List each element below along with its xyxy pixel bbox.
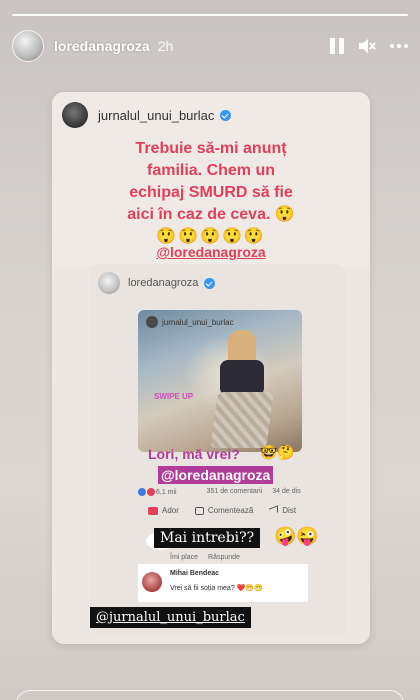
- comment-like-link[interactable]: Îmi place: [170, 554, 198, 561]
- repost-username[interactable]: loredanagroza: [128, 277, 198, 289]
- shares-count[interactable]: 34 de dis: [272, 488, 300, 496]
- verified-badge-icon: [220, 109, 232, 121]
- header-controls: [330, 38, 408, 54]
- story-time: 2h: [157, 38, 174, 54]
- story-username[interactable]: loredanagroza: [54, 38, 150, 54]
- more-options-icon[interactable]: [390, 44, 408, 48]
- caption-mention[interactable]: @loredanagroza: [158, 466, 274, 484]
- like-icon: [148, 506, 158, 515]
- reply-bar[interactable]: [16, 690, 404, 700]
- avatar[interactable]: [62, 102, 88, 128]
- reaction-count[interactable]: 6,1 mii: [138, 488, 177, 496]
- comment-text: Vrei să fii soția mea? ❤️😁😁: [170, 585, 263, 592]
- story-progress: [12, 14, 408, 16]
- shared-post-card[interactable]: jurnalul_unui_burlac Trebuie să-mi anunț…: [52, 92, 370, 644]
- like-button[interactable]: Ador: [148, 506, 179, 515]
- fb-stats-row: 6,1 mii 351 de comentarii 34 de dis: [138, 488, 308, 496]
- swipe-up-label[interactable]: SWIPE UP: [154, 392, 193, 401]
- avatar[interactable]: [12, 30, 44, 62]
- share-icon: [269, 505, 279, 516]
- shared-post-text: Trebuie să-mi anunț familia. Chem un ech…: [127, 140, 295, 223]
- shared-post-username[interactable]: jurnalul_unui_burlac: [98, 108, 214, 123]
- share-button[interactable]: Dist: [269, 505, 296, 516]
- shared-post-top: jurnalul_unui_burlac Trebuie să-mi anunț…: [52, 92, 370, 267]
- bottom-mention-tag[interactable]: @jurnalul_unui_burlac: [90, 607, 251, 628]
- mention-link[interactable]: @loredanagroza: [52, 244, 370, 260]
- comment-item: Mihai Bendeac Vrei să fii soția mea? ❤️😁…: [138, 564, 308, 602]
- caption-emoji: 🤓🤔: [260, 444, 295, 460]
- story-header: loredanagroza 2h: [12, 28, 408, 64]
- photo-username: jurnalul_unui_burlac: [146, 316, 234, 328]
- pause-icon[interactable]: [330, 38, 344, 54]
- shared-post-header: jurnalul_unui_burlac: [62, 102, 232, 128]
- comments-count[interactable]: 351 de comentarii: [207, 488, 263, 496]
- comment-icon: [194, 506, 204, 515]
- post-photo[interactable]: jurnalul_unui_burlac SWIPE UP: [138, 310, 302, 452]
- comment-author[interactable]: Mihai Bendeac: [170, 570, 219, 577]
- comment-reply-link[interactable]: Răspunde: [208, 554, 240, 561]
- avatar[interactable]: [98, 272, 120, 294]
- avatar: [146, 316, 158, 328]
- emoji-row: 😲😲😲😲😲: [156, 228, 266, 245]
- fb-actions-row: Ador Comentează Dist: [148, 505, 296, 516]
- reply-label: Mai intrebi??: [154, 528, 261, 548]
- photo-person: [210, 330, 274, 448]
- verified-badge-icon: [204, 277, 216, 289]
- progress-segment: [12, 14, 408, 16]
- comment-button[interactable]: Comentează: [194, 506, 253, 515]
- repost-header: loredanagroza: [98, 272, 216, 294]
- caption-text: Lori, mă vrei?: [148, 446, 240, 462]
- reply-emoji: 🤪😜: [274, 526, 319, 546]
- avatar[interactable]: [142, 572, 162, 592]
- mute-icon[interactable]: [358, 38, 376, 54]
- comment-actions: Îmi place Răspunde: [170, 554, 240, 561]
- repost-card[interactable]: loredanagroza jurnalul_unui_burlac SWIPE…: [90, 264, 346, 636]
